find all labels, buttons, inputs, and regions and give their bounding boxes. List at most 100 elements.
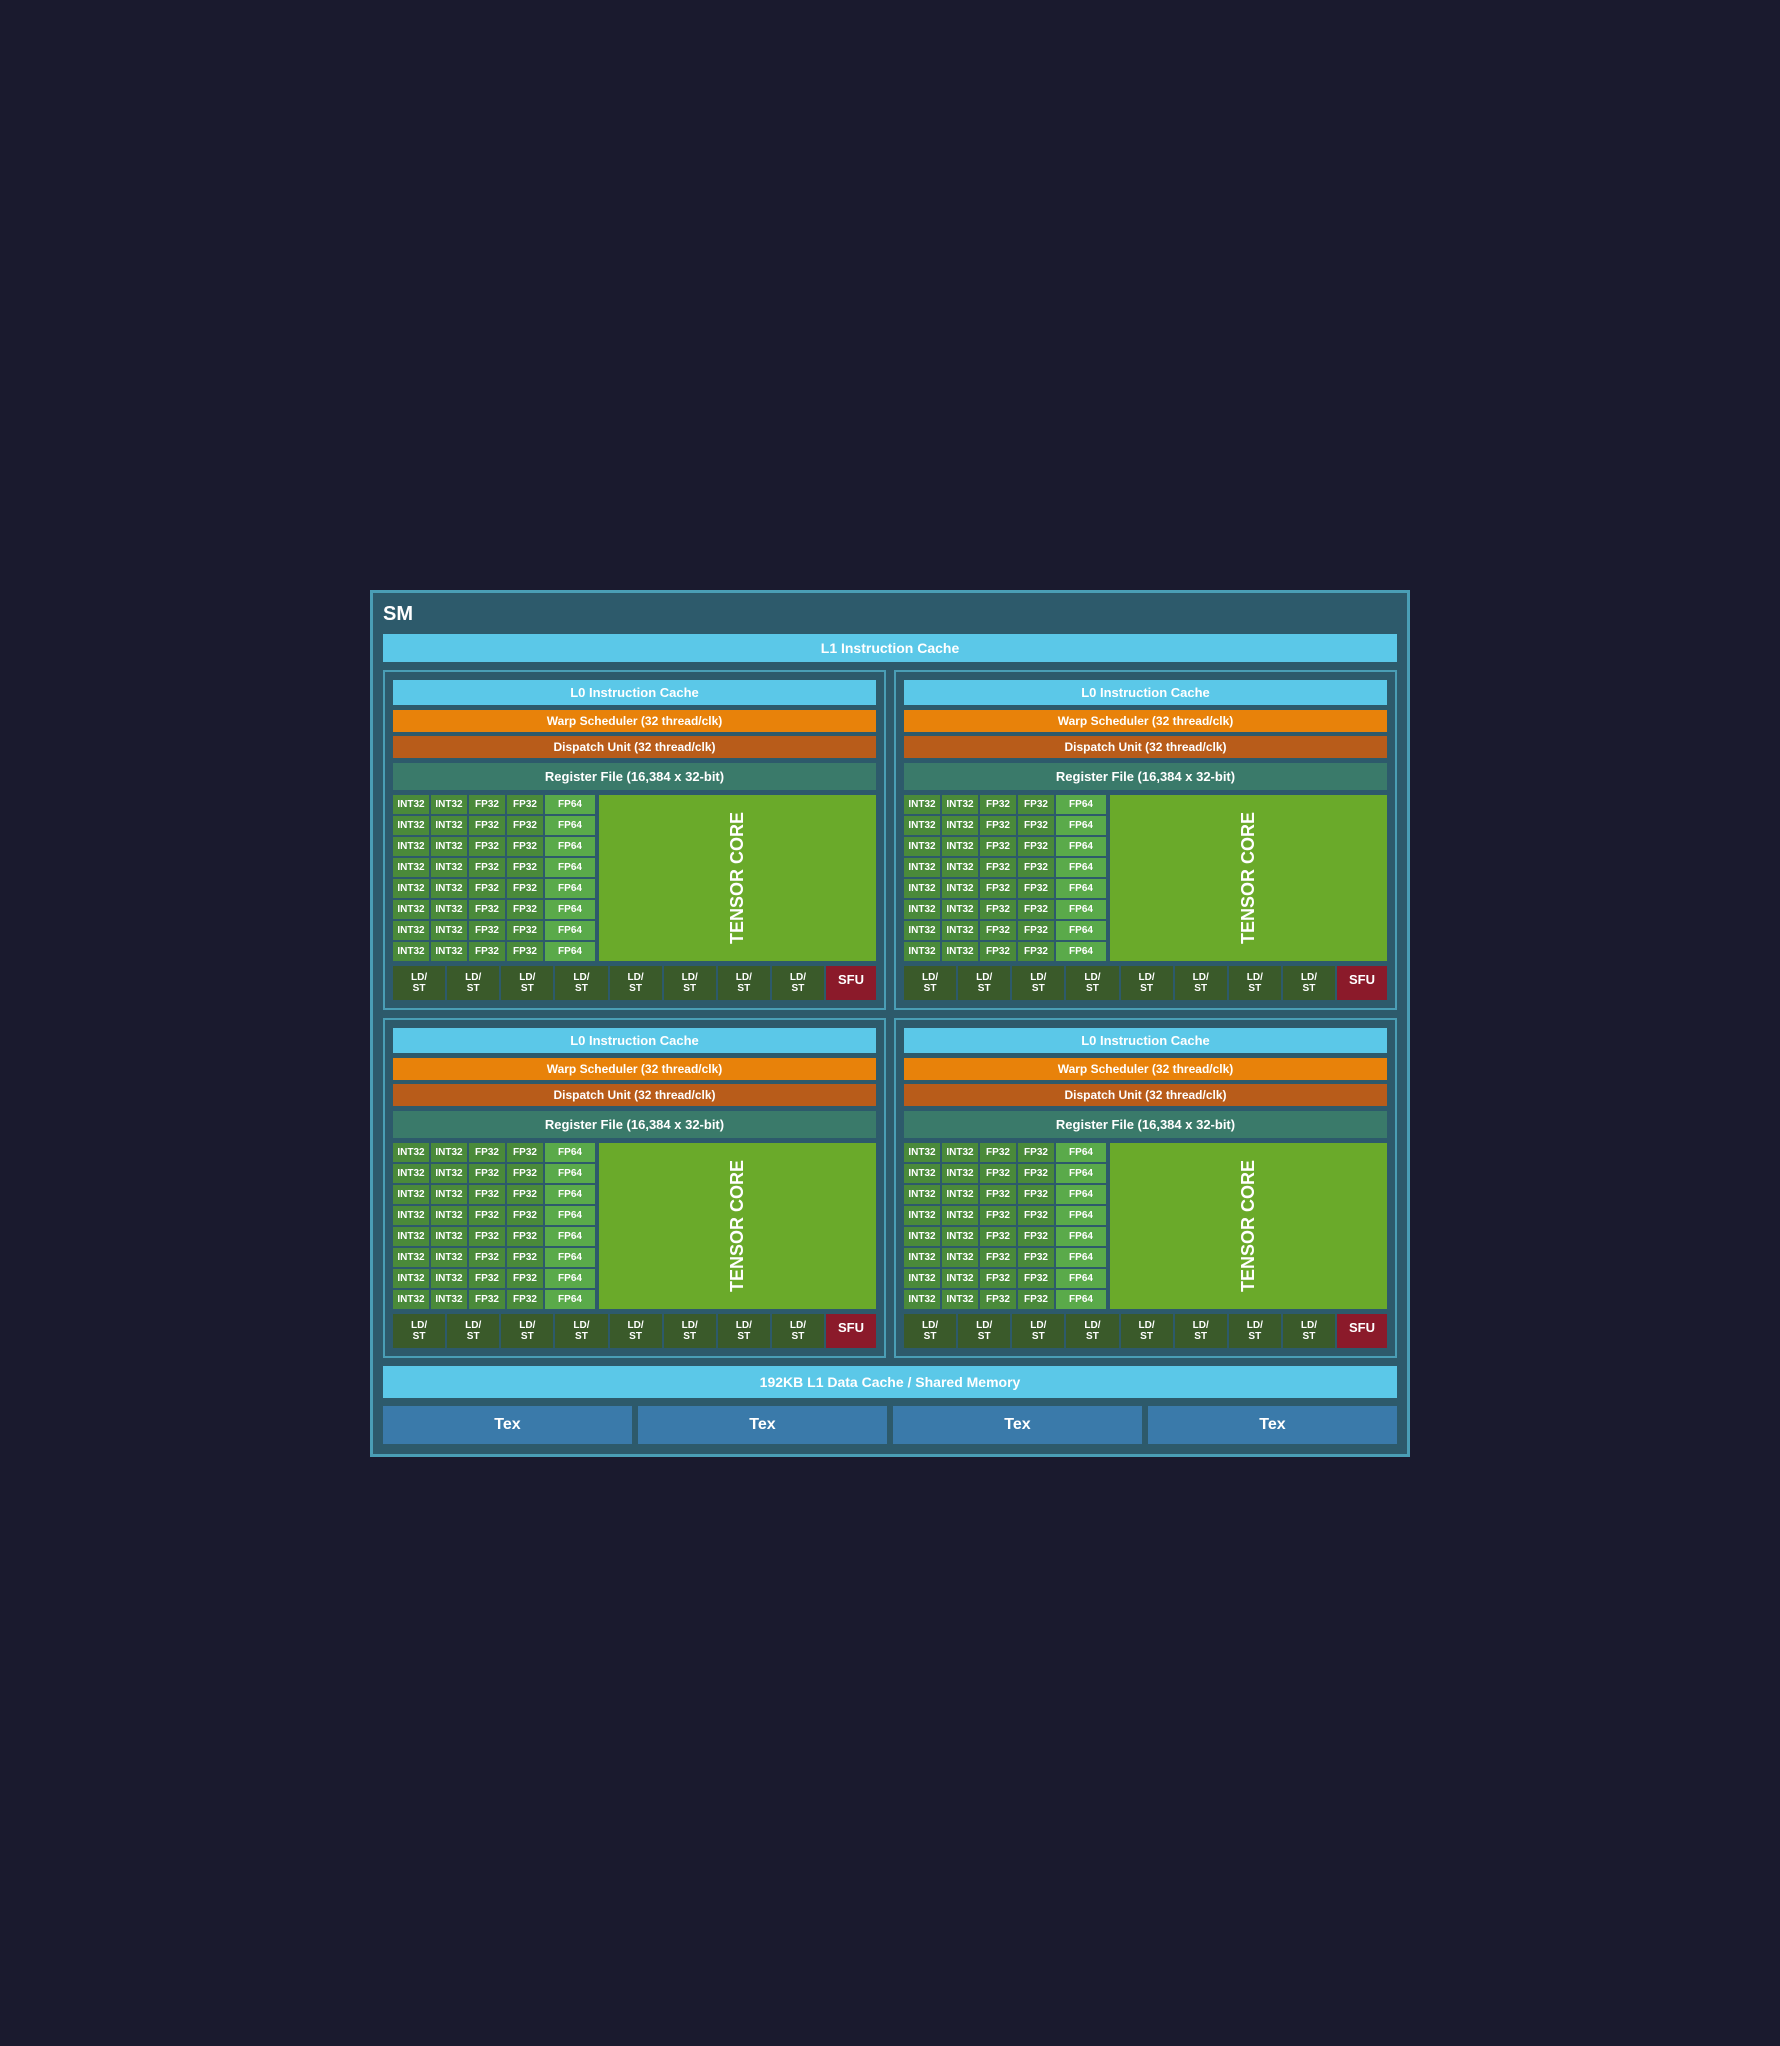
fp64-cell: FP64 [545,879,595,898]
unit-row: INT32 INT32 FP32 FP32 FP64 [393,1290,595,1309]
ldst-cell: LD/ST [555,966,607,1000]
int32-cell: INT32 [904,921,940,940]
ldst-cell: LD/ST [1121,966,1173,1000]
fp32-cell: FP32 [1018,1227,1054,1246]
dispatch-unit-1: Dispatch Unit (32 thread/clk) [904,736,1387,758]
int32-cell: INT32 [393,1206,429,1225]
unit-row: INT32 INT32 FP32 FP32 FP64 [904,858,1106,877]
unit-row: INT32 INT32 FP32 FP32 FP64 [904,1185,1106,1204]
dispatch-unit-3: Dispatch Unit (32 thread/clk) [904,1084,1387,1106]
ldst-cell: LD/ST [610,966,662,1000]
int32-cell: INT32 [942,1227,978,1246]
ldst-cell: LD/ST [447,1314,499,1348]
ldst-cell: LD/ST [958,966,1010,1000]
fp64-cell: FP64 [545,1143,595,1162]
unit-row: INT32 INT32 FP32 FP32 FP64 [904,942,1106,961]
int32-cell: INT32 [904,816,940,835]
fp64-cell: FP64 [1056,921,1106,940]
fp32-cell: FP32 [980,879,1016,898]
fp32-cell: FP32 [507,858,543,877]
unit-row: INT32 INT32 FP32 FP32 FP64 [393,1185,595,1204]
fp32-cell: FP32 [507,1290,543,1309]
int32-cell: INT32 [393,879,429,898]
ldst-cell: LD/ST [1175,1314,1227,1348]
int32-cell: INT32 [393,1227,429,1246]
fp64-cell: FP64 [1056,942,1106,961]
int32-cell: INT32 [431,942,467,961]
warp-scheduler-1: Warp Scheduler (32 thread/clk) [904,710,1387,732]
fp32-cell: FP32 [469,1143,505,1162]
ldst-cell: LD/ST [772,1314,824,1348]
ldst-cell: LD/ST [393,966,445,1000]
int32-cell: INT32 [904,1227,940,1246]
fp64-cell: FP64 [1056,795,1106,814]
int32-cell: INT32 [393,1164,429,1183]
ldst-cell: LD/ST [393,1314,445,1348]
fp64-cell: FP64 [1056,858,1106,877]
sfu-3: SFU [1337,1314,1387,1348]
int32-cell: INT32 [431,858,467,877]
fp64-cell: FP64 [1056,1206,1106,1225]
l0-cache-0: L0 Instruction Cache [393,680,876,705]
int32-cell: INT32 [942,879,978,898]
ldst-cell: LD/ST [1229,966,1281,1000]
int32-cell: INT32 [942,1269,978,1288]
fp32-cell: FP32 [469,1269,505,1288]
int32-cell: INT32 [942,1143,978,1162]
tensor-core-3: TENSOR CORE [1110,1143,1387,1309]
fp32-cell: FP32 [980,837,1016,856]
compute-area-1: INT32 INT32 FP32 FP32 FP64 INT32 INT32 F… [904,795,1387,961]
tex-unit-0: Tex [383,1406,632,1444]
ldst-cell: LD/ST [1121,1314,1173,1348]
fp64-cell: FP64 [545,837,595,856]
fp32-cell: FP32 [507,1164,543,1183]
fp32-cell: FP32 [507,837,543,856]
ldst-cell: LD/ST [447,966,499,1000]
fp32-cell: FP32 [507,1269,543,1288]
tex-unit-3: Tex [1148,1406,1397,1444]
unit-row: INT32 INT32 FP32 FP32 FP64 [904,1164,1106,1183]
fp64-cell: FP64 [545,1185,595,1204]
fp32-cell: FP32 [980,816,1016,835]
fp32-cell: FP32 [507,942,543,961]
tex-unit-1: Tex [638,1406,887,1444]
fp64-cell: FP64 [545,1206,595,1225]
int32-cell: INT32 [393,816,429,835]
fp32-cell: FP32 [469,1164,505,1183]
int32-cell: INT32 [431,1227,467,1246]
int32-cell: INT32 [431,1185,467,1204]
unit-row: INT32 INT32 FP32 FP32 FP64 [904,1143,1106,1162]
unit-row: INT32 INT32 FP32 FP32 FP64 [393,921,595,940]
int32-cell: INT32 [904,1206,940,1225]
fp64-cell: FP64 [545,942,595,961]
warp-scheduler-2: Warp Scheduler (32 thread/clk) [393,1058,876,1080]
tensor-core-2: TENSOR CORE [599,1143,876,1309]
dispatch-unit-2: Dispatch Unit (32 thread/clk) [393,1084,876,1106]
int32-cell: INT32 [942,795,978,814]
ldst-cell: LD/ST [1012,966,1064,1000]
fp32-cell: FP32 [469,900,505,919]
unit-row: INT32 INT32 FP32 FP32 FP64 [393,1269,595,1288]
unit-row: INT32 INT32 FP32 FP32 FP64 [393,1248,595,1267]
unit-row: INT32 INT32 FP32 FP32 FP64 [904,1227,1106,1246]
tex-row: Tex Tex Tex Tex [383,1406,1397,1444]
sm-unit-3: L0 Instruction Cache Warp Scheduler (32 … [894,1018,1397,1358]
fp32-cell: FP32 [980,1164,1016,1183]
fp32-cell: FP32 [980,1206,1016,1225]
l0-cache-3: L0 Instruction Cache [904,1028,1387,1053]
unit-row: INT32 INT32 FP32 FP32 FP64 [904,816,1106,835]
int32-cell: INT32 [942,942,978,961]
fp32-cell: FP32 [1018,837,1054,856]
unit-row: INT32 INT32 FP32 FP32 FP64 [393,1227,595,1246]
fp32-cell: FP32 [507,921,543,940]
fp32-cell: FP32 [980,1269,1016,1288]
fp32-cell: FP32 [507,1185,543,1204]
unit-row: INT32 INT32 FP32 FP32 FP64 [393,900,595,919]
sm-unit-0: L0 Instruction Cache Warp Scheduler (32 … [383,670,886,1010]
unit-row: INT32 INT32 FP32 FP32 FP64 [904,1206,1106,1225]
fp32-cell: FP32 [469,795,505,814]
int32-cell: INT32 [393,858,429,877]
compute-area-0: INT32 INT32 FP32 FP32 FP64 INT32 INT32 F… [393,795,876,961]
fp32-cell: FP32 [1018,795,1054,814]
unit-row: INT32 INT32 FP32 FP32 FP64 [904,1290,1106,1309]
